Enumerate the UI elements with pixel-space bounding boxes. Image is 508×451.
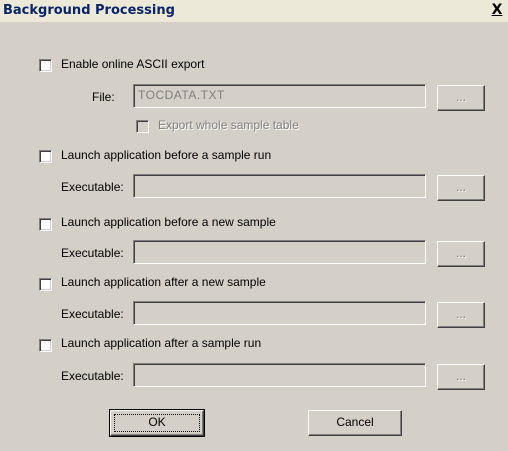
export-whole-table-checkbox[interactable] [136, 120, 149, 133]
close-button[interactable]: X [489, 1, 505, 19]
launch-after-new-sample-label: Launch application after a new sample [61, 275, 266, 289]
executable-browse-button-4[interactable]: ... [437, 364, 485, 390]
cancel-button[interactable]: Cancel [308, 410, 402, 436]
executable-browse-button-3[interactable]: ... [437, 302, 485, 328]
file-label: File: [92, 90, 115, 104]
executable-label-2: Executable: [61, 246, 124, 260]
executable-label-1: Executable: [61, 180, 124, 194]
cancel-button-label: Cancel [336, 415, 374, 429]
executable-field-2[interactable] [133, 240, 426, 264]
launch-before-new-sample-label: Launch application before a new sample [61, 215, 276, 229]
export-whole-table-label: Export whole sample table [158, 118, 299, 132]
launch-before-sample-run-label: Launch application before a sample run [61, 148, 272, 162]
ok-button[interactable]: OK [109, 409, 205, 437]
launch-before-sample-run-checkbox[interactable] [39, 150, 52, 163]
ok-button-label: OK [148, 415, 166, 429]
file-browse-button[interactable]: ... [437, 85, 485, 111]
executable-label-3: Executable: [61, 307, 124, 321]
executable-label-4: Executable: [61, 369, 124, 383]
file-field[interactable]: TOCDATA.TXT [133, 84, 426, 108]
enable-ascii-export-checkbox[interactable] [39, 59, 52, 72]
launch-after-sample-run-checkbox[interactable] [39, 339, 52, 352]
window-title: Background Processing [3, 3, 175, 18]
launch-after-sample-run-label: Launch application after a sample run [61, 336, 262, 350]
executable-field-4[interactable] [133, 363, 426, 387]
title-bar: Background Processing X [0, 0, 508, 22]
executable-browse-button-2[interactable]: ... [437, 241, 485, 267]
launch-after-new-sample-checkbox[interactable] [39, 278, 52, 291]
executable-browse-button-1[interactable]: ... [437, 175, 485, 201]
executable-field-1[interactable] [133, 174, 426, 198]
close-icon: X [491, 2, 503, 18]
enable-ascii-export-label: Enable online ASCII export [61, 57, 205, 71]
launch-before-new-sample-checkbox[interactable] [39, 218, 52, 231]
executable-field-3[interactable] [133, 301, 426, 325]
